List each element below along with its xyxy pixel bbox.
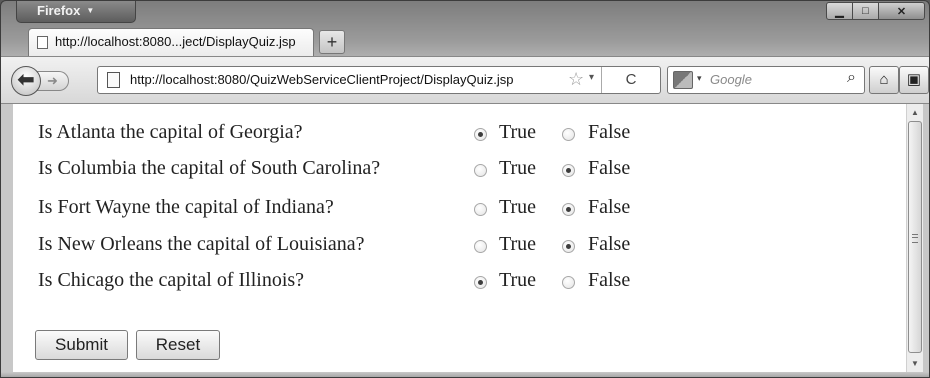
home-icon: ⌂ xyxy=(879,71,889,88)
vertical-scrollbar[interactable]: ▲ ▼ xyxy=(906,104,923,372)
scrollbar-thumb[interactable] xyxy=(908,121,922,353)
radio-true[interactable] xyxy=(474,203,487,216)
radio-true-label: True xyxy=(499,196,537,218)
question-text: Is Chicago the capital of Illinois? xyxy=(38,269,305,291)
radio-true[interactable] xyxy=(474,240,487,253)
quiz-question-row: Is Chicago the capital of Illinois? True F… xyxy=(13,269,893,299)
url-bar[interactable]: http://localhost:8080/QuizWebServiceClie… xyxy=(97,66,661,94)
page-icon xyxy=(107,72,120,88)
scroll-down-icon[interactable]: ▼ xyxy=(907,355,923,372)
browser-window: Firefox ▼ ▁ □ ✕ http://localhost:8080...j… xyxy=(0,0,930,378)
radio-false-label: False xyxy=(588,233,631,255)
radio-true[interactable] xyxy=(474,276,487,289)
radio-true-label: True xyxy=(499,157,537,179)
radio-false-label: False xyxy=(588,196,631,218)
radio-false-label: False xyxy=(588,157,631,179)
quiz-question-row: Is New Orleans the capital of Louisiana?… xyxy=(13,233,893,263)
radio-false[interactable] xyxy=(562,276,575,289)
url-text: http://localhost:8080/QuizWebServiceClie… xyxy=(130,72,514,87)
firefox-menu-label: Firefox xyxy=(37,3,81,18)
question-text: Is Atlanta the capital of Georgia? xyxy=(38,121,303,143)
reload-icon[interactable]: C xyxy=(601,67,660,93)
chevron-down-icon: ▼ xyxy=(86,6,95,15)
radio-true-label: True xyxy=(499,233,537,255)
search-placeholder: Google xyxy=(710,72,752,87)
star-icon[interactable]: ☆ xyxy=(568,69,584,90)
forward-button[interactable]: ➜ xyxy=(37,71,69,91)
chevron-down-icon[interactable]: ▾ xyxy=(589,72,594,83)
page-content: Submit Reset Is Atlanta the capital of G… xyxy=(13,104,906,372)
back-button[interactable]: ⬅ xyxy=(11,66,41,96)
search-bar[interactable]: ▾ Google ⌕ xyxy=(667,66,865,94)
new-tab-button[interactable]: + xyxy=(319,30,345,54)
addon-icon: ▣ xyxy=(906,71,922,88)
minimize-button[interactable]: ▁ xyxy=(826,2,853,20)
search-engine-icon[interactable] xyxy=(673,71,693,89)
grip-icon xyxy=(912,234,918,243)
back-forward-group: ➜ ⬅ xyxy=(11,66,97,96)
radio-true-label: True xyxy=(499,121,537,143)
quiz-question-row: Is Atlanta the capital of Georgia? True Fa… xyxy=(13,121,893,151)
submit-button[interactable]: Submit xyxy=(35,330,128,360)
quiz-question-row: Is Fort Wayne the capital of Indiana? Tru… xyxy=(13,196,893,226)
home-button[interactable]: ⌂ xyxy=(869,66,899,94)
radio-false[interactable] xyxy=(562,203,575,216)
radio-false[interactable] xyxy=(562,128,575,141)
question-text: Is Fort Wayne the capital of Indiana? xyxy=(38,196,334,218)
question-text: Is New Orleans the capital of Louisiana? xyxy=(38,233,365,255)
firefox-menu-button[interactable]: Firefox ▼ xyxy=(16,1,136,23)
scroll-up-icon[interactable]: ▲ xyxy=(907,104,923,121)
radio-true[interactable] xyxy=(474,164,487,177)
close-icon: ✕ xyxy=(896,5,907,18)
minimize-icon: ▁ xyxy=(835,5,844,18)
radio-false-label: False xyxy=(588,121,631,143)
reset-button[interactable]: Reset xyxy=(136,330,220,360)
back-icon: ⬅ xyxy=(17,69,35,91)
tab-display-quiz[interactable]: http://localhost:8080...ject/DisplayQuiz… xyxy=(28,28,314,56)
radio-false[interactable] xyxy=(562,164,575,177)
tab-title: http://localhost:8080...ject/DisplayQuiz… xyxy=(55,34,296,49)
chevron-down-icon[interactable]: ▾ xyxy=(697,73,702,84)
forward-icon: ➜ xyxy=(47,73,58,88)
addon-button[interactable]: ▣ xyxy=(899,66,929,94)
radio-false[interactable] xyxy=(562,240,575,253)
window-controls: ▁ □ ✕ xyxy=(826,2,925,22)
close-button[interactable]: ✕ xyxy=(879,2,925,20)
window-frame-bottom xyxy=(1,372,929,377)
maximize-icon: □ xyxy=(862,5,869,17)
question-text: Is Columbia the capital of South Carolin… xyxy=(38,157,381,179)
maximize-button[interactable]: □ xyxy=(853,2,879,20)
radio-false-label: False xyxy=(588,269,631,291)
search-icon[interactable]: ⌕ xyxy=(847,69,856,87)
page-icon xyxy=(37,36,48,49)
quiz-question-row: Is Columbia the capital of South Carolin… xyxy=(13,157,893,187)
radio-true[interactable] xyxy=(474,128,487,141)
radio-true-label: True xyxy=(499,269,537,291)
navigation-toolbar: ➜ ⬅ http://localhost:8080/QuizWebService… xyxy=(1,56,929,104)
